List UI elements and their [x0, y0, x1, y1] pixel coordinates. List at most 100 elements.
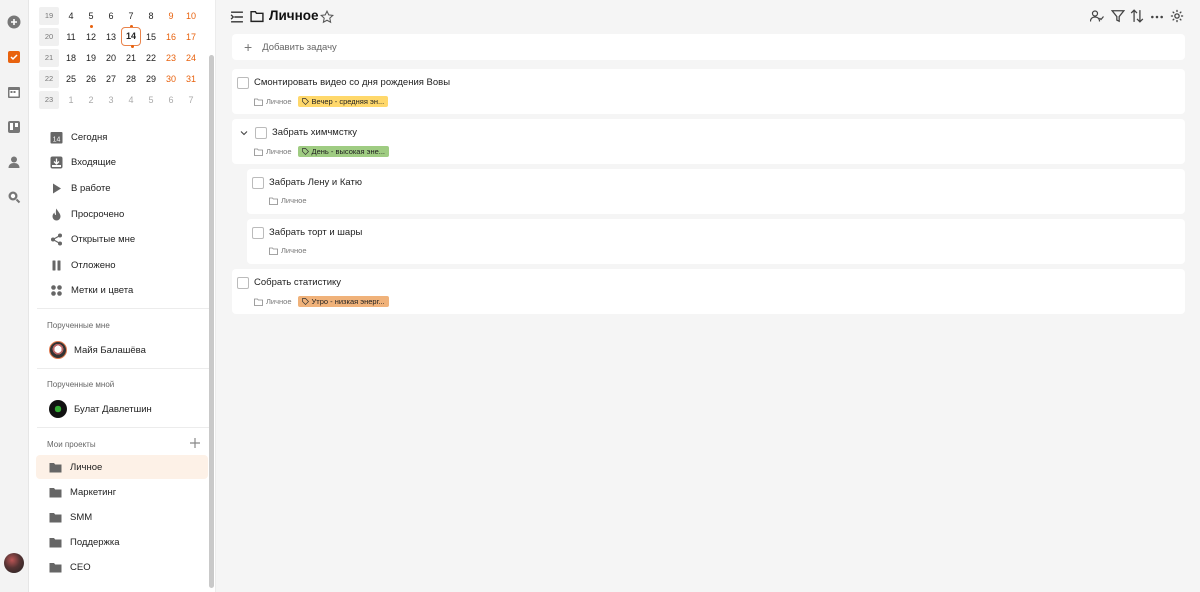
- task-row[interactable]: Забрать химчмстку Личное День - высокая …: [232, 119, 1185, 164]
- calendar-day[interactable]: 4: [121, 91, 141, 109]
- calendar-day[interactable]: 4: [61, 7, 81, 25]
- calendar-day[interactable]: 2: [81, 91, 101, 109]
- calendar-week-number: 22: [39, 70, 59, 88]
- task-checkbox[interactable]: [237, 277, 249, 289]
- folder-icon: [49, 512, 62, 522]
- nav-tags-label: Метки и цвета: [71, 284, 134, 296]
- nav-today[interactable]: 14 Сегодня: [49, 127, 107, 147]
- task-tag[interactable]: Вечер - средняя эн...: [297, 96, 389, 107]
- nav-overdue[interactable]: Просрочено: [49, 204, 124, 224]
- calendar-day-today[interactable]: 14: [121, 27, 141, 48]
- add-circle-icon[interactable]: [6, 14, 22, 30]
- calendar-day[interactable]: 12: [81, 28, 101, 46]
- page-title: Личное: [269, 8, 319, 23]
- filter-icon[interactable]: [1111, 9, 1125, 23]
- calendar-day[interactable]: 7: [121, 7, 141, 28]
- subtask-row[interactable]: Забрать Лену и Катю Личное: [247, 169, 1185, 214]
- person-maya[interactable]: Майя Балашёва: [49, 341, 146, 359]
- calendar-week-row: 21 18 19 20 21 22 23 24: [39, 49, 209, 67]
- sort-icon[interactable]: [1130, 9, 1144, 23]
- calendar-day[interactable]: 18: [61, 49, 81, 67]
- subtask-row[interactable]: Забрать торт и шары Личное: [247, 219, 1185, 264]
- calendar-day[interactable]: 23: [161, 49, 181, 67]
- calendar-day[interactable]: 5: [141, 91, 161, 109]
- calendar-day[interactable]: 10: [181, 7, 201, 25]
- project-item[interactable]: CEO: [36, 555, 208, 579]
- calendar-week-row: 19 4 5 6 7 8 9 10: [39, 7, 209, 28]
- toolbar: Личное: [217, 0, 1200, 33]
- calendar-day[interactable]: 20: [101, 49, 121, 67]
- inbox-icon: [49, 155, 63, 169]
- project-label: Поддержка: [70, 536, 120, 548]
- calendar-day[interactable]: 17: [181, 28, 201, 46]
- project-item[interactable]: SMM: [36, 505, 208, 529]
- calendar-day[interactable]: 29: [141, 70, 161, 88]
- calendar-day[interactable]: 3: [101, 91, 121, 109]
- calendar-day[interactable]: 6: [101, 7, 121, 25]
- chevron-down-icon[interactable]: [240, 129, 248, 137]
- add-project-button[interactable]: [189, 437, 201, 449]
- nav-in-progress[interactable]: В работе: [49, 178, 111, 198]
- sidebar-scrollbar[interactable]: [209, 55, 214, 588]
- calendar-icon[interactable]: [6, 84, 22, 100]
- add-task-placeholder: Добавить задачу: [262, 41, 337, 53]
- calendar-day[interactable]: 8: [141, 7, 161, 25]
- plus-icon: +: [244, 39, 253, 55]
- calendar-day[interactable]: 28: [121, 70, 141, 88]
- calendar-day[interactable]: 31: [181, 70, 201, 88]
- calendar-day[interactable]: 22: [141, 49, 161, 67]
- people-icon[interactable]: [1090, 9, 1104, 23]
- calendar-day[interactable]: 24: [181, 49, 201, 67]
- more-icon[interactable]: [1150, 10, 1164, 24]
- task-checkbox[interactable]: [237, 77, 249, 89]
- task-checkbox[interactable]: [252, 227, 264, 239]
- nav-postponed[interactable]: Отложено: [49, 255, 116, 275]
- task-title: Забрать химчмстку: [272, 127, 357, 138]
- task-tag-label: День - высокая эне...: [311, 147, 386, 156]
- settings-gear-icon[interactable]: [1170, 9, 1184, 23]
- calendar-day[interactable]: 13: [101, 28, 121, 46]
- project-item[interactable]: Личное: [36, 455, 208, 479]
- calendar-day[interactable]: 6: [161, 91, 181, 109]
- person-bulat[interactable]: Булат Давлетшин: [49, 400, 152, 418]
- calendar-day[interactable]: 11: [61, 28, 81, 46]
- task-project: Личное: [266, 147, 292, 156]
- user-avatar[interactable]: [4, 553, 24, 573]
- calendar-day[interactable]: 21: [121, 49, 141, 67]
- calendar-day[interactable]: 7: [181, 91, 201, 109]
- sidebar: 19 4 5 6 7 8 9 10 20 11 12 13 14 15 16 17 21 18 19 20 21 22 23…: [29, 0, 216, 592]
- task-tag[interactable]: День - высокая эне...: [297, 146, 390, 157]
- add-task-input[interactable]: + Добавить задачу: [232, 34, 1185, 60]
- tasks-icon[interactable]: [6, 49, 22, 65]
- nav-inbox[interactable]: Входящие: [49, 152, 116, 172]
- contacts-icon[interactable]: [6, 154, 22, 170]
- calendar-day[interactable]: 27: [101, 70, 121, 88]
- task-tag[interactable]: Утро - низкая энерг...: [297, 296, 389, 307]
- calendar-week-number: 21: [39, 49, 59, 67]
- nav-in-progress-label: В работе: [71, 182, 111, 194]
- app-rail: [0, 0, 29, 592]
- calendar-day[interactable]: 19: [81, 49, 101, 67]
- svg-text:14: 14: [52, 136, 60, 143]
- task-checkbox[interactable]: [252, 177, 264, 189]
- calendar-day[interactable]: 26: [81, 70, 101, 88]
- task-row[interactable]: Собрать статистику Личное Утро - низкая …: [232, 269, 1185, 314]
- board-icon[interactable]: [6, 119, 22, 135]
- calendar-day[interactable]: 25: [61, 70, 81, 88]
- calendar-day[interactable]: 9: [161, 7, 181, 25]
- calendar-day[interactable]: 30: [161, 70, 181, 88]
- task-checkbox[interactable]: [255, 127, 267, 139]
- project-item[interactable]: Поддержка: [36, 530, 208, 554]
- search-icon[interactable]: [6, 189, 22, 205]
- menu-collapse-icon[interactable]: [230, 10, 244, 24]
- star-icon[interactable]: [320, 10, 334, 24]
- nav-tags[interactable]: Метки и цвета: [49, 280, 133, 300]
- calendar-day[interactable]: 5: [81, 7, 101, 28]
- project-item[interactable]: Маркетинг: [36, 480, 208, 504]
- calendar-day[interactable]: 16: [161, 28, 181, 46]
- task-row[interactable]: Смонтировать видео со дня рождения Вовы …: [232, 69, 1185, 114]
- calendar-day[interactable]: 15: [141, 28, 161, 46]
- calendar-day[interactable]: 1: [61, 91, 81, 109]
- folder-icon: [49, 487, 62, 497]
- nav-shared[interactable]: Открытые мне: [49, 229, 135, 249]
